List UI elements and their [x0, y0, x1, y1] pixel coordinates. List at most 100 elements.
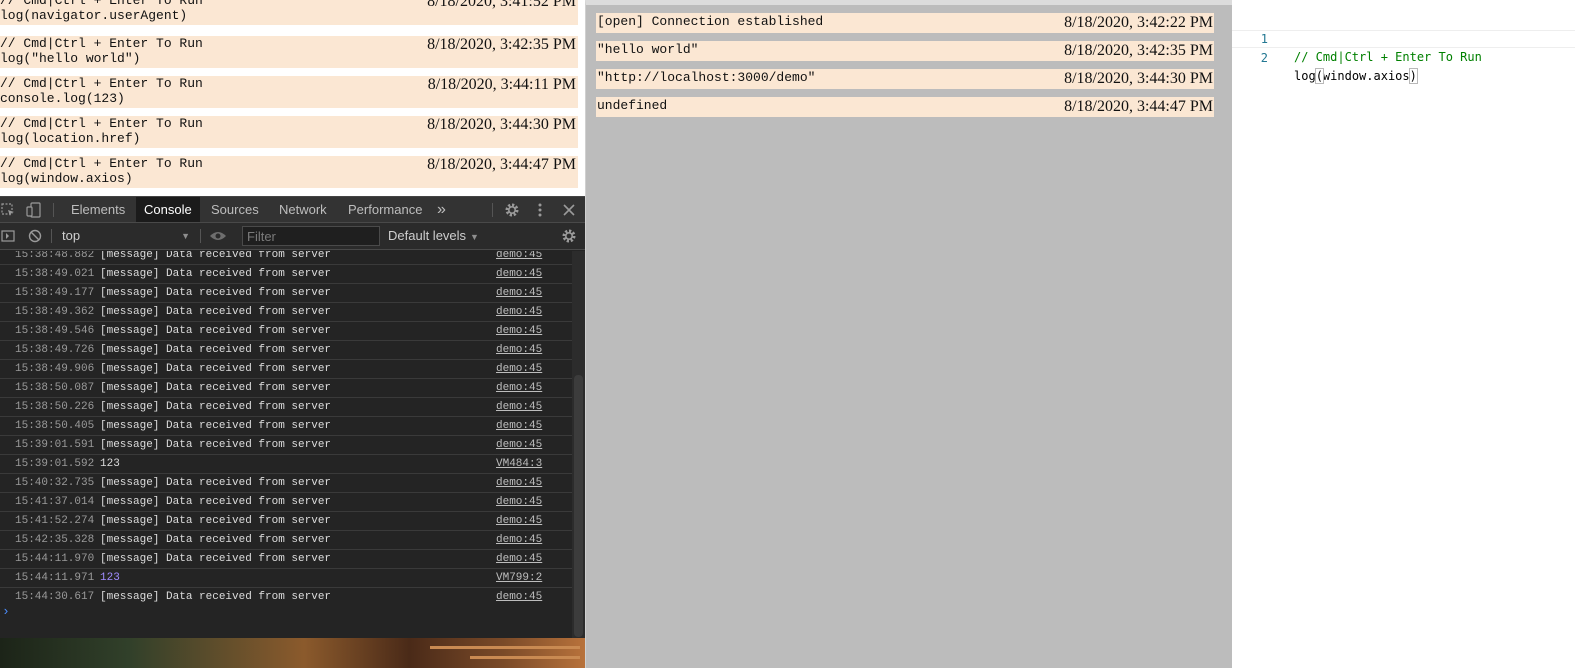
message-timestamp: 15:44:11.970	[15, 553, 95, 565]
log-levels-select[interactable]: Default levels ▼	[388, 223, 479, 249]
history-item[interactable]: // Cmd|Ctrl + Enter To Run log(location.…	[0, 116, 578, 148]
message-timestamp: 15:44:30.617	[15, 591, 95, 603]
message-timestamp: 15:38:49.021	[15, 268, 95, 280]
message-timestamp: 15:39:01.591	[15, 439, 95, 451]
console-message-row: 15:41:52.274 [message] Data received from…	[0, 512, 572, 531]
message-text: [message] Data received from server	[100, 439, 332, 451]
message-source-link[interactable]: demo:45	[496, 322, 542, 340]
toolbar-divider	[53, 203, 54, 217]
message-source-link[interactable]: demo:45	[496, 474, 542, 492]
message-source-link[interactable]: demo:45	[496, 284, 542, 302]
console-message-row: 15:41:37.014 [message] Data received from…	[0, 493, 572, 512]
output-message: [open] Connection established	[597, 14, 824, 29]
console-message-row: 15:39:01.592 123 VM484:3	[0, 455, 572, 474]
history-item[interactable]: // Cmd|Ctrl + Enter To Run console.log(1…	[0, 76, 578, 108]
tab-elements[interactable]: Elements	[63, 197, 133, 222]
message-source-link[interactable]: demo:45	[496, 379, 542, 397]
console-toolbar: top ▼ Default levels▼	[0, 223, 585, 250]
message-source-link[interactable]: demo:45	[496, 265, 542, 283]
console-message-row: 15:38:49.726 [message] Data received from…	[0, 341, 572, 360]
sidebar-toggle-icon[interactable]	[0, 223, 16, 249]
console-scrollbar[interactable]	[572, 251, 585, 639]
message-source-link[interactable]: demo:45	[496, 550, 542, 568]
message-text: [message] Data received from server	[100, 534, 332, 546]
message-text: [message] Data received from server	[100, 420, 332, 432]
history-time: 8/18/2020, 3:44:11 PM	[427, 76, 576, 93]
message-timestamp: 15:38:49.906	[15, 363, 95, 375]
context-select[interactable]: top ▼	[56, 223, 196, 249]
output-row: undefined 8/18/2020, 3:44:47 PM	[596, 97, 1214, 117]
message-source-link[interactable]: demo:45	[496, 493, 542, 511]
message-source-link[interactable]: demo:45	[496, 531, 542, 549]
message-source-link[interactable]: demo:45	[496, 360, 542, 378]
console-messages: 15:38:48.882 [message] Data received from…	[0, 251, 572, 604]
history-item[interactable]: // Cmd|Ctrl + Enter To Run log(window.ax…	[0, 156, 578, 188]
toolbar-divider	[51, 229, 52, 243]
gear-icon[interactable]	[502, 197, 522, 223]
desktop-background	[0, 638, 585, 668]
editor-line[interactable]: 1 // Cmd|Ctrl + Enter To Run	[1232, 12, 1575, 64]
message-source-link[interactable]: demo:45	[496, 417, 542, 435]
message-timestamp: 15:38:50.405	[15, 420, 95, 432]
close-icon[interactable]	[559, 197, 579, 223]
console-message-row: 15:40:32.735 [message] Data received from…	[0, 474, 572, 493]
history-list: // Cmd|Ctrl + Enter To Run log(navigator…	[0, 0, 585, 196]
console-prompt[interactable]: ›	[0, 604, 572, 634]
console-settings-gear-icon[interactable]	[559, 223, 579, 249]
code-editor[interactable]: 1 // Cmd|Ctrl + Enter To Run 2 log(windo…	[1232, 0, 1575, 668]
message-text: [message] Data received from server	[100, 363, 332, 375]
toolbar-divider	[200, 229, 201, 243]
tab-network[interactable]: Network	[271, 197, 335, 222]
console-message-row: 15:44:11.970 [message] Data received from…	[0, 550, 572, 569]
more-tabs-button[interactable]: »	[429, 197, 454, 222]
history-time: 8/18/2020, 3:41:52 PM	[427, 0, 576, 10]
message-source-link[interactable]: demo:45	[496, 512, 542, 530]
tab-performance[interactable]: Performance	[340, 197, 430, 222]
console-message-row: 15:38:49.021 [message] Data received from…	[0, 265, 572, 284]
message-text: [message] Data received from server	[100, 477, 332, 489]
toolbar-divider	[492, 203, 493, 217]
message-source-link[interactable]: demo:45	[496, 588, 542, 604]
message-timestamp: 15:39:01.592	[15, 458, 95, 470]
device-toolbar-icon[interactable]	[24, 197, 44, 223]
message-text: [message] Data received from server	[100, 553, 332, 565]
message-timestamp: 15:41:37.014	[15, 496, 95, 508]
output-time: 8/18/2020, 3:44:30 PM	[1064, 70, 1213, 87]
message-timestamp: 15:38:48.882	[15, 251, 95, 261]
message-source-link[interactable]: VM484:3	[496, 455, 542, 473]
message-timestamp: 15:40:32.735	[15, 477, 95, 489]
console-message-row: 15:38:49.906 [message] Data received from…	[0, 360, 572, 379]
message-source-link[interactable]: demo:45	[496, 251, 542, 264]
eye-icon[interactable]	[207, 223, 229, 249]
message-source-link[interactable]: VM799:2	[496, 569, 542, 587]
history-item[interactable]: // Cmd|Ctrl + Enter To Run log("hello wo…	[0, 36, 578, 68]
scrollbar-thumb[interactable]	[574, 375, 583, 637]
message-timestamp: 15:42:35.328	[15, 534, 95, 546]
message-source-link[interactable]: demo:45	[496, 341, 542, 359]
console-message-row: 15:38:49.362 [message] Data received from…	[0, 303, 572, 322]
message-timestamp: 15:41:52.274	[15, 515, 95, 527]
devtools-panel: Elements Console Sources Network Perform…	[0, 196, 585, 639]
message-source-link[interactable]: demo:45	[496, 398, 542, 416]
message-source-link[interactable]: demo:45	[496, 436, 542, 454]
inspect-element-icon[interactable]	[0, 197, 16, 223]
message-source-link[interactable]: demo:45	[496, 303, 542, 321]
message-text: 123	[100, 458, 120, 470]
console-message-row: 15:44:30.617 [message] Data received from…	[0, 588, 572, 604]
console-message-row: 15:38:50.087 [message] Data received from…	[0, 379, 572, 398]
vertical-dots-icon[interactable]	[532, 197, 548, 223]
desktop-decoration	[470, 656, 580, 659]
history-item[interactable]: // Cmd|Ctrl + Enter To Run log(navigator…	[0, 0, 578, 25]
message-timestamp: 15:44:11.971	[15, 572, 95, 584]
clear-console-icon[interactable]	[26, 223, 44, 249]
left-pane: // Cmd|Ctrl + Enter To Run log(navigator…	[0, 0, 585, 668]
history-code: // Cmd|Ctrl + Enter To Run log(location.…	[0, 116, 203, 146]
tab-sources[interactable]: Sources	[203, 197, 267, 222]
tab-console[interactable]: Console	[136, 197, 200, 222]
message-text: [message] Data received from server	[100, 287, 332, 299]
history-code: // Cmd|Ctrl + Enter To Run log(navigator…	[0, 0, 203, 23]
editor-line-current[interactable]: 2 log(window.axios)	[1232, 30, 1575, 84]
console-message-row: 15:38:48.882 [message] Data received from…	[0, 251, 572, 265]
console-message-row: 15:44:11.971 123 VM799:2	[0, 569, 572, 588]
filter-input[interactable]	[242, 226, 380, 246]
